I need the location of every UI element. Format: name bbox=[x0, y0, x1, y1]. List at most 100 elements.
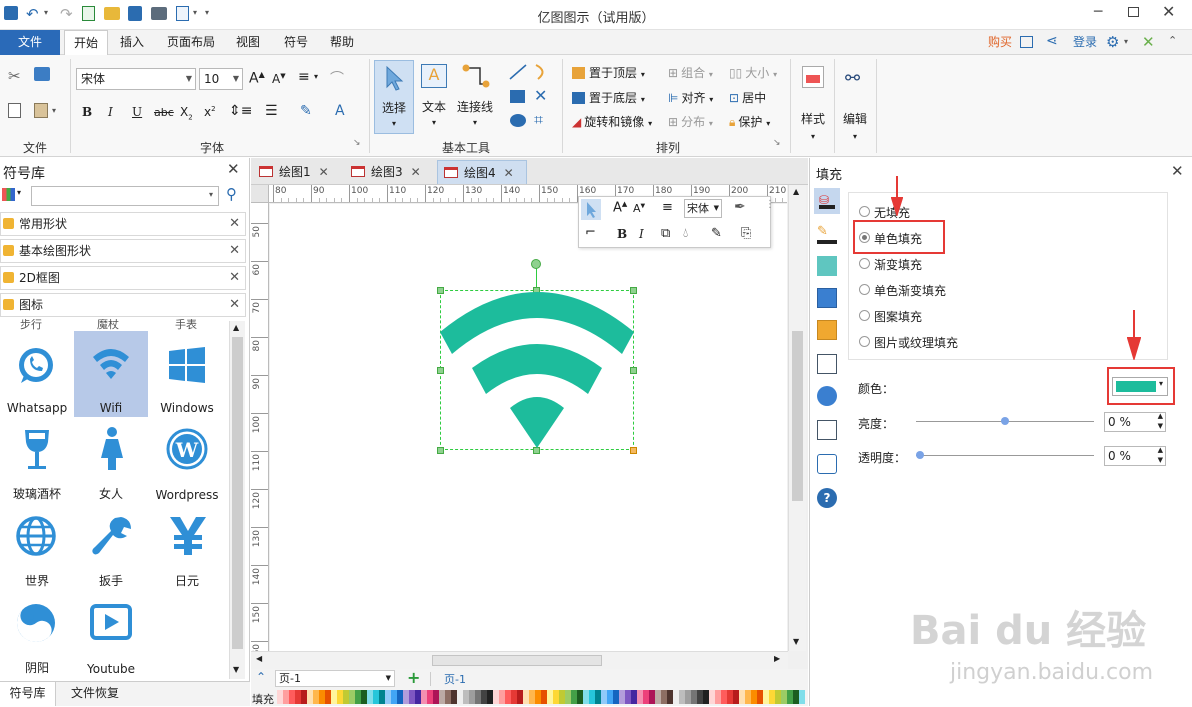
style-preset-icon[interactable]: ⎘ bbox=[741, 226, 751, 241]
tab-insert[interactable]: 插入 bbox=[112, 30, 152, 55]
close-window-icon[interactable]: ✕ bbox=[1162, 2, 1175, 21]
scrollbar-thumb[interactable] bbox=[792, 331, 803, 501]
more-options-icon[interactable]: ⋮ bbox=[765, 199, 775, 210]
line-shape-icon[interactable] bbox=[508, 63, 528, 81]
transparency-slider-track[interactable] bbox=[916, 455, 1094, 456]
ellipse-shape-icon[interactable] bbox=[510, 114, 526, 127]
font-name-select[interactable]: 宋体 ▼ bbox=[684, 199, 722, 218]
align-button[interactable]: ⊫ 对齐 ▾ bbox=[668, 89, 713, 106]
close-icon[interactable]: ✕ bbox=[504, 166, 514, 180]
search-icon[interactable]: ⚲ bbox=[226, 185, 237, 203]
text-align-icon[interactable]: ≡ bbox=[298, 69, 310, 85]
theme-icon[interactable]: ✕ bbox=[1142, 33, 1155, 51]
color-swatches[interactable] bbox=[277, 690, 807, 704]
radio-button[interactable] bbox=[859, 284, 870, 295]
bold-icon[interactable]: B bbox=[82, 105, 92, 119]
symbol-search-input[interactable] bbox=[31, 186, 219, 206]
symbol-whatsapp[interactable]: Whatsapp bbox=[0, 331, 74, 417]
shrink-font-icon[interactable]: A▼ bbox=[272, 72, 286, 86]
category-common-shapes[interactable]: 常用形状 ✕ bbox=[0, 212, 246, 236]
arc-shape-icon[interactable] bbox=[532, 63, 550, 81]
color-swatch[interactable] bbox=[799, 690, 805, 704]
doc-tab-1[interactable]: 绘图1 ✕ bbox=[253, 160, 341, 184]
tab-help[interactable]: 帮助 bbox=[322, 30, 362, 55]
protect-button[interactable]: 🔒︎ 保护 ▾ bbox=[729, 113, 770, 130]
close-icon[interactable]: ✕ bbox=[319, 165, 329, 179]
format-painter-icon[interactable]: ✒ bbox=[734, 199, 746, 215]
help-icon[interactable]: ? bbox=[817, 488, 837, 508]
fill-tab[interactable]: ⛁ bbox=[814, 188, 840, 214]
symbol-yen[interactable]: 日元 bbox=[150, 505, 224, 591]
close-panel-icon[interactable]: ✕ bbox=[1171, 162, 1184, 180]
select-tool-button[interactable]: 选择 ▾ bbox=[374, 60, 414, 134]
paste-icon[interactable] bbox=[34, 103, 48, 118]
underline-icon[interactable]: U bbox=[132, 105, 142, 119]
rotate-mirror-button[interactable]: ◢ 旋转和镜像 ▾ bbox=[572, 113, 652, 130]
tab-page-layout[interactable]: 页面布局 bbox=[160, 30, 222, 55]
symbol-wifi[interactable]: Wifi bbox=[74, 331, 148, 417]
radio-button[interactable] bbox=[859, 336, 870, 347]
font-dialog-launcher-icon[interactable]: ↘ bbox=[353, 138, 361, 148]
line-style-icon[interactable]: ✎ bbox=[711, 226, 722, 241]
add-page-icon[interactable]: + bbox=[407, 668, 420, 687]
text-align-dropdown-icon[interactable]: ▾ bbox=[314, 72, 318, 81]
close-panel-icon[interactable]: ✕ bbox=[227, 160, 240, 178]
fill-color-icon[interactable]: 💧︎ bbox=[683, 226, 688, 241]
brightness-input[interactable]: 0 % ▲ ▼ bbox=[1104, 412, 1166, 432]
scroll-right-icon[interactable]: ▶ bbox=[774, 654, 780, 663]
italic-icon[interactable]: I bbox=[108, 105, 113, 119]
tab-file[interactable]: 文件 bbox=[0, 30, 60, 55]
bullet-list-icon[interactable]: ☰ bbox=[265, 103, 278, 119]
scroll-up-icon[interactable]: ▲ bbox=[793, 187, 799, 196]
copy-icon[interactable] bbox=[8, 103, 21, 118]
category-basic-drawing[interactable]: 基本绘图形状 ✕ bbox=[0, 239, 246, 263]
line-spacing-icon[interactable]: ⇕≡ bbox=[229, 103, 252, 119]
maximize-icon[interactable] bbox=[1128, 7, 1139, 17]
shadow-icon[interactable] bbox=[817, 320, 837, 340]
settings-gear-icon[interactable]: ⚙ bbox=[1106, 33, 1119, 51]
image-icon[interactable] bbox=[817, 288, 837, 308]
attachment-icon[interactable] bbox=[817, 420, 837, 440]
settings-dropdown-icon[interactable]: ▾ bbox=[1124, 37, 1128, 46]
group-icon[interactable]: ⧉ bbox=[661, 226, 670, 241]
symbol-wordpress[interactable]: W Wordpress bbox=[150, 418, 224, 504]
highlight-icon[interactable]: ✎ bbox=[300, 103, 312, 119]
category-2d-blocks[interactable]: 2D框图 ✕ bbox=[0, 266, 246, 290]
doc-tab-4[interactable]: 绘图4 ✕ bbox=[437, 160, 527, 184]
symbol-wine-glass[interactable]: 玻璃酒杯 bbox=[0, 418, 74, 504]
scrollbar-thumb[interactable] bbox=[232, 337, 243, 649]
hyperlink-globe-icon[interactable] bbox=[817, 386, 837, 406]
search-dropdown-icon[interactable]: ▾ bbox=[209, 190, 213, 199]
paste-dropdown-icon[interactable]: ▾ bbox=[52, 106, 56, 115]
buy-link[interactable]: 购买 bbox=[982, 30, 1018, 55]
cross-shape-icon[interactable]: ✕ bbox=[534, 86, 547, 105]
page-select[interactable]: 页-1 ▼ bbox=[275, 670, 395, 687]
document-properties-icon[interactable] bbox=[817, 354, 837, 374]
pointer-icon[interactable] bbox=[581, 199, 601, 220]
symbol-woman[interactable]: 女人 bbox=[74, 418, 148, 504]
minimize-icon[interactable]: ─ bbox=[1094, 4, 1102, 20]
scroll-up-icon[interactable]: ▲ bbox=[233, 323, 239, 332]
scrollbar-thumb[interactable] bbox=[432, 655, 602, 666]
text-align-icon[interactable]: ≡ bbox=[662, 200, 673, 215]
radio-button[interactable] bbox=[859, 258, 870, 269]
shape-color-icon[interactable] bbox=[817, 256, 837, 276]
superscript-icon[interactable]: x2 bbox=[204, 105, 216, 119]
symbol-yin-yang[interactable]: 阴阳 bbox=[0, 592, 74, 678]
edit-button[interactable]: ⚯ 编辑 ▾ bbox=[838, 60, 872, 152]
transparency-input[interactable]: 0 % ▲ ▼ bbox=[1104, 446, 1166, 466]
comment-icon[interactable] bbox=[817, 454, 837, 474]
ribbon-collapse-icon[interactable]: ⌃ bbox=[1168, 34, 1177, 47]
symbol-world[interactable]: 世界 bbox=[0, 505, 74, 591]
font-name-select[interactable]: 宋体 ▼ bbox=[76, 68, 196, 90]
tab-file-recovery[interactable]: 文件恢复 bbox=[60, 682, 130, 706]
size-button[interactable]: ▯▯ 大小 ▾ bbox=[729, 64, 777, 81]
brightness-slider-thumb[interactable] bbox=[1001, 417, 1009, 425]
strikethrough-icon[interactable]: abc bbox=[154, 106, 174, 119]
shrink-font-icon[interactable]: A▼ bbox=[633, 202, 645, 215]
page-tab[interactable]: 页-1 bbox=[444, 671, 466, 687]
canvas-horizontal-scrollbar[interactable]: ◀ ▶ bbox=[251, 651, 788, 669]
canvas-vertical-scrollbar[interactable]: ▲ ▼ bbox=[788, 185, 806, 651]
login-link[interactable]: 登录 bbox=[1066, 30, 1104, 55]
close-icon[interactable]: ✕ bbox=[411, 165, 421, 179]
